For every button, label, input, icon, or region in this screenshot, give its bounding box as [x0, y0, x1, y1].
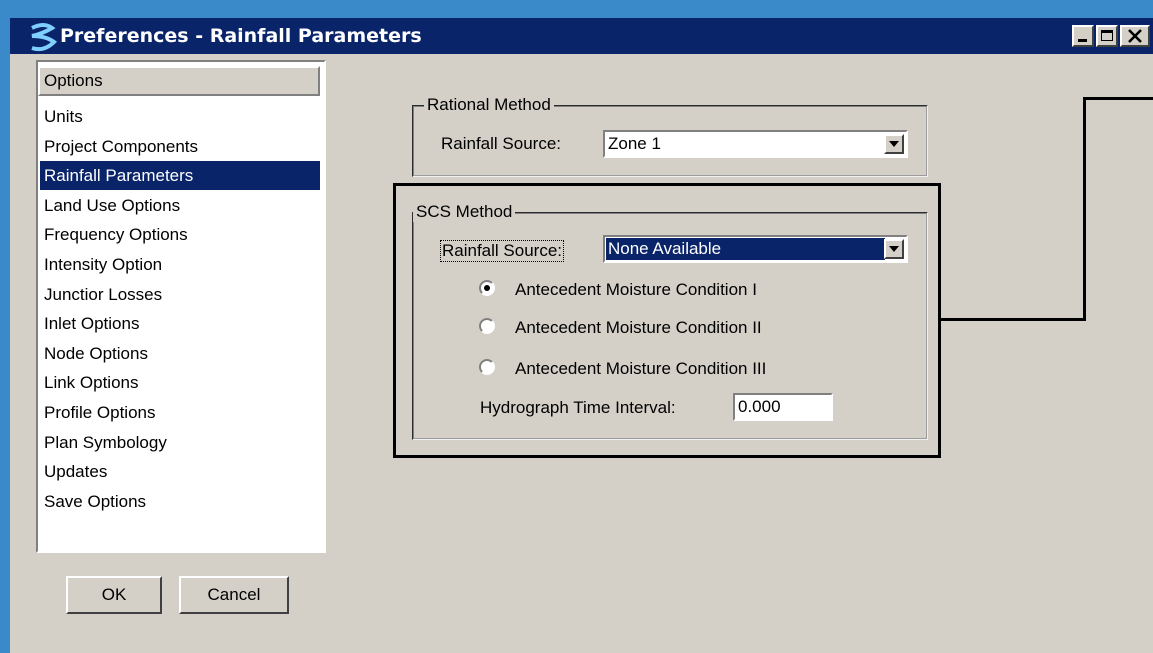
rational-source-label: Rainfall Source:	[441, 134, 562, 153]
cancel-button[interactable]: Cancel	[179, 576, 289, 614]
window-title: Preferences - Rainfall Parameters	[60, 25, 422, 47]
amc-3-label: Antecedent Moisture Condition III	[515, 359, 767, 378]
callout-line-h	[941, 318, 1086, 321]
options-item-updates[interactable]: Updates	[40, 457, 320, 486]
ok-button[interactable]: OK	[66, 576, 162, 614]
scs-source-value: None Available	[608, 239, 722, 258]
amc-1-radio[interactable]	[479, 280, 495, 296]
rational-method-label: Rational Method	[424, 95, 554, 115]
interval-input[interactable]: 0.000	[733, 393, 833, 421]
desktop-strip	[0, 0, 1153, 18]
amc-2-radio[interactable]	[479, 318, 495, 334]
minimize-icon	[1078, 39, 1087, 42]
interval-value: 0.000	[738, 397, 781, 416]
chevron-down-icon[interactable]	[884, 134, 904, 154]
options-item-intensity-option[interactable]: Intensity Option	[40, 250, 320, 279]
bentley-b-icon	[31, 23, 58, 52]
options-item-frequency-options[interactable]: Frequency Options	[40, 220, 320, 249]
maximize-button[interactable]	[1096, 25, 1118, 47]
rational-source-value: Zone 1	[608, 134, 661, 153]
scs-method-label: SCS Method	[413, 202, 516, 222]
options-item-inlet-options[interactable]: Inlet Options	[40, 309, 320, 338]
preferences-window: Preferences - Rainfall Parameters Option…	[0, 0, 1153, 653]
options-item-rainfall-parameters[interactable]: Rainfall Parameters	[40, 161, 320, 191]
options-item-save-options[interactable]: Save Options	[40, 487, 320, 516]
amc-1-label: Antecedent Moisture Condition I	[515, 280, 757, 299]
options-item-node-options[interactable]: Node Options	[40, 339, 320, 368]
close-icon	[1128, 29, 1142, 43]
minimize-button[interactable]	[1072, 25, 1094, 47]
callout-line-v	[1083, 97, 1086, 321]
rational-source-dropdown[interactable]: Zone 1	[603, 130, 908, 158]
options-item-profile-options[interactable]: Profile Options	[40, 398, 320, 427]
chevron-down-icon[interactable]	[884, 239, 904, 259]
maximize-icon	[1101, 30, 1113, 41]
amc-2-label: Antecedent Moisture Condition II	[515, 318, 762, 337]
options-item-units[interactable]: Units	[40, 102, 320, 131]
amc-3-radio[interactable]	[479, 359, 495, 375]
desktop-edge	[0, 18, 10, 653]
close-button[interactable]	[1120, 25, 1150, 47]
interval-label: Hydrograph Time Interval:	[480, 398, 676, 417]
options-item-link-options[interactable]: Link Options	[40, 368, 320, 397]
options-item-junctior-losses[interactable]: Junctior Losses	[40, 280, 320, 309]
callout-line-top	[1083, 97, 1153, 100]
options-item-plan-symbology[interactable]: Plan Symbology	[40, 428, 320, 457]
options-header[interactable]: Options	[38, 66, 320, 96]
options-item-land-use-options[interactable]: Land Use Options	[40, 191, 320, 220]
options-item-project-components[interactable]: Project Components	[40, 132, 320, 161]
scs-source-label: Rainfall Source:	[440, 240, 565, 262]
scs-source-dropdown[interactable]: None Available	[603, 235, 908, 263]
